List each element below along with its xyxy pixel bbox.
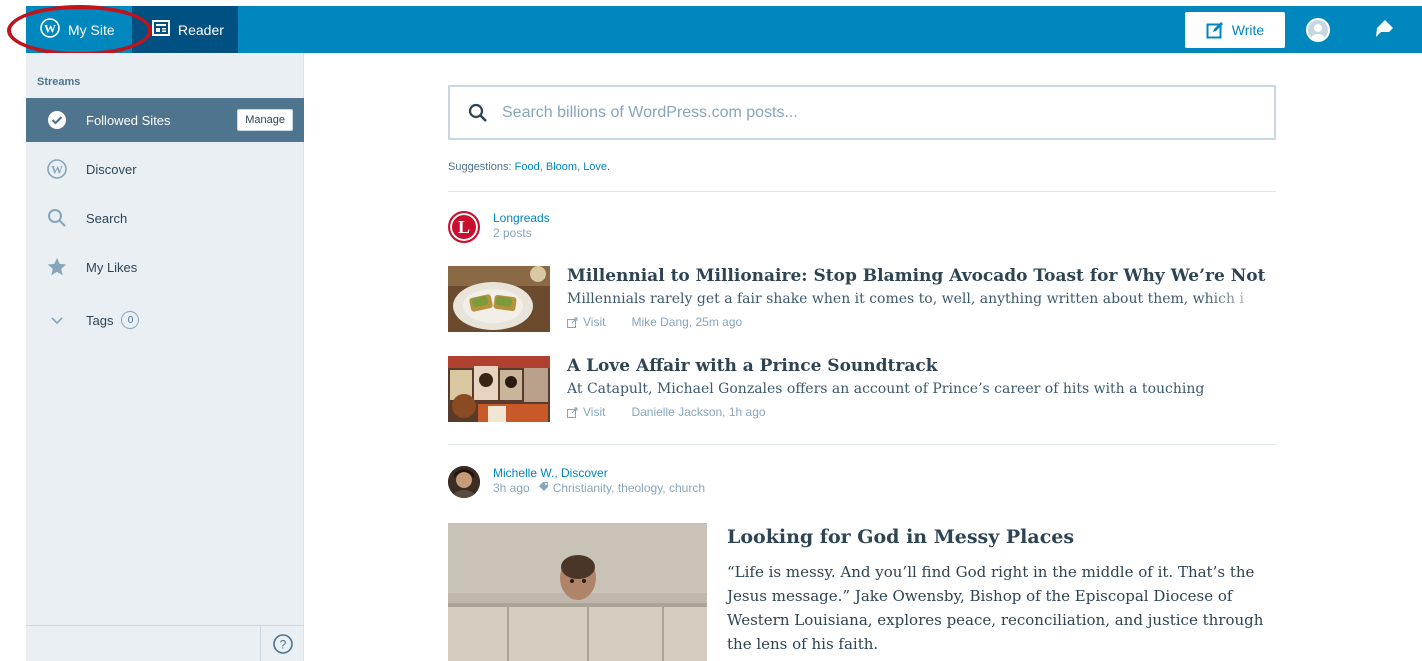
wordpress-icon: W [46,158,68,180]
manage-button[interactable]: Manage [237,109,293,131]
discover-post-header: Michelle W., Discover 3h ago Christianit… [448,466,705,498]
sidebar-item-my-likes[interactable]: My Likes [26,245,304,289]
sidebar-footer: ? [26,625,304,661]
svg-text:W: W [51,163,63,177]
suggestion-bloom[interactable]: Bloom [546,161,577,173]
chevron-down-icon [46,309,68,331]
post-title[interactable]: A Love Affair with a Prince Soundtrack [567,356,1276,376]
sidebar-item-label: Followed Sites [86,112,171,128]
write-icon [1206,22,1223,39]
svg-text:?: ? [279,638,286,652]
tag-icon [538,481,549,496]
wordpress-icon: W [40,18,60,41]
help-icon: ? [272,634,293,654]
suggestion-food[interactable]: Food [515,161,540,173]
suggestion-love[interactable]: Love. [583,161,610,173]
help-button[interactable]: ? [260,626,304,661]
featured-image[interactable] [448,523,707,661]
post-byline[interactable]: Danielle Jackson, 1h ago [631,405,765,419]
user-avatar[interactable] [1306,18,1330,42]
search-suggestions: Suggestions: Food, Bloom, Love. [448,161,611,173]
checkmark-circle-icon [46,109,68,131]
my-site-tab[interactable]: W My Site [26,6,132,53]
longreads-logo[interactable]: L [448,211,480,243]
post-thumbnail[interactable] [448,356,550,422]
sidebar-item-followed-sites[interactable]: Followed Sites Manage [26,98,304,142]
star-icon [46,256,68,278]
svg-text:W: W [44,22,56,36]
write-label: Write [1231,22,1265,38]
reader-icon [152,20,170,39]
reader-label: Reader [178,21,224,38]
sidebar-item-label: Discover [86,161,137,177]
divider [448,191,1276,192]
author-name[interactable]: Michelle W., Discover [493,466,705,481]
divider [448,444,1276,445]
site-name[interactable]: Longreads [493,211,550,226]
search-icon [46,207,68,229]
post-thumbnail[interactable] [448,266,550,332]
reader-search-box[interactable] [448,85,1276,140]
reader-tab[interactable]: Reader [132,6,238,53]
post-title[interactable]: Millennial to Millionaire: Stop Blaming … [567,266,1276,286]
external-link-icon [567,407,578,418]
streams-heading: Streams [37,76,81,88]
visit-label: Visit [583,405,606,419]
post-excerpt: “Life is messy. And you’ll find God righ… [727,563,1264,653]
post-byline[interactable]: Mike Dang, 25m ago [631,315,742,329]
search-icon [468,103,487,122]
author-avatar[interactable] [448,466,480,498]
masterbar: W My Site Reader Write [0,0,1422,54]
external-link-icon [567,317,578,328]
notifications-icon[interactable] [1371,18,1395,42]
tags-count-badge: 0 [121,311,140,329]
sidebar-item-search[interactable]: Search [26,196,304,240]
visit-link[interactable]: Visit [567,405,605,419]
post-time[interactable]: 3h ago [493,481,530,496]
sidebar-item-label: My Likes [86,259,138,275]
suggestions-label: Suggestions: [448,161,512,173]
reader-sidebar: Streams Followed Sites Manage W Discover… [26,53,304,661]
post-title[interactable]: Looking for God in Messy Places [727,526,1074,548]
masterbar-inner: W My Site Reader Write [26,6,1422,53]
reader-stream: Suggestions: Food, Bloom, Love. L Longre… [448,54,1276,661]
sidebar-item-discover[interactable]: W Discover [26,147,304,191]
sidebar-item-label: Search [86,210,128,226]
post-excerpt: At Catapult, Michael Gonzales offers an … [567,381,1205,397]
post-tags[interactable]: Christianity, theology, church [553,481,705,496]
post-excerpt: Millennials rarely get a fair shake when… [567,291,1244,307]
sidebar-item-label: Tags [86,312,114,328]
search-input[interactable] [502,103,1202,122]
my-site-label: My Site [68,21,115,38]
write-button[interactable]: Write [1185,12,1285,48]
sidebar-item-tags[interactable]: Tags 0 [26,298,304,342]
site-header-longreads: L Longreads 2 posts [448,211,550,243]
visit-label: Visit [583,315,606,329]
visit-link[interactable]: Visit [567,315,605,329]
site-post-count: 2 posts [493,226,532,240]
